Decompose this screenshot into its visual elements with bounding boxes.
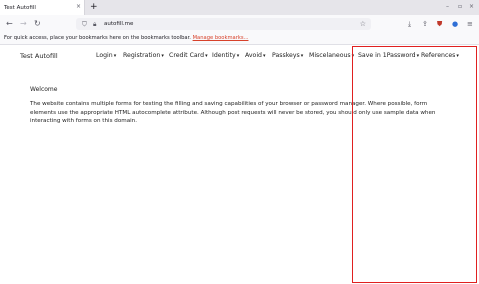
chevron-down-icon: ▾ <box>236 53 240 59</box>
tab-test-autofill[interactable]: Test Autofill × <box>0 0 85 15</box>
menu-label: Miscelaneous <box>309 52 351 59</box>
chevron-down-icon: ▾ <box>205 53 208 59</box>
chevron-down-icon: ▾ <box>300 53 304 59</box>
shield-icon[interactable]: ⛉ <box>82 19 87 29</box>
manage-bookmarks-link[interactable]: Manage bookmarks... <box>193 35 249 41</box>
menu-miscelaneous[interactable]: Miscelaneous▾ <box>309 51 354 61</box>
maximize-icon[interactable]: ▫ <box>458 3 462 11</box>
minimize-icon[interactable]: – <box>446 3 449 11</box>
close-window-icon[interactable]: × <box>469 3 474 11</box>
highlight-box <box>352 46 477 283</box>
menu-label: Avoid <box>245 52 262 59</box>
menu-login[interactable]: Login▾ <box>96 51 116 61</box>
account-icon[interactable]: ● <box>452 19 458 29</box>
menu-registration[interactable]: Registration▾ <box>123 51 164 61</box>
menu-label: Login <box>96 52 113 59</box>
menu-label: Credit Card <box>169 52 205 59</box>
extension-shield-icon[interactable]: ⛊ <box>437 19 442 29</box>
menu-avoid[interactable]: Avoid▾ <box>245 51 265 61</box>
menu-icon[interactable]: ≡ <box>467 19 473 29</box>
bookmarks-toolbar: For quick access, place your bookmarks h… <box>0 33 479 45</box>
chevron-down-icon: ▾ <box>113 53 117 59</box>
site-title[interactable]: Test Autofill <box>20 51 58 61</box>
menu-label: Passkeys <box>272 52 300 59</box>
bookmark-star-icon[interactable]: ☆ <box>360 19 366 29</box>
menu-credit-card[interactable]: Credit Card▾ <box>169 51 208 61</box>
reload-icon[interactable]: ↻ <box>34 19 41 29</box>
menu-passkeys[interactable]: Passkeys▾ <box>272 51 303 61</box>
menu-identity[interactable]: Identity▾ <box>212 51 239 61</box>
chevron-down-icon: ▾ <box>161 53 164 59</box>
url-bar[interactable]: ⛉ 🔒︎ autofill.me ☆ <box>76 18 371 30</box>
tab-strip: Test Autofill × + – ▫ × <box>0 0 479 15</box>
menu-label: Registration <box>123 52 161 59</box>
navigation-toolbar: ← → ↻ ⛉ 🔒︎ autofill.me ☆ ⤓ ⇪ ⛊ ● ≡ <box>0 15 479 33</box>
downloads-icon[interactable]: ⤓ <box>408 19 411 29</box>
chevron-down-icon: ▾ <box>262 53 266 59</box>
back-icon[interactable]: ← <box>6 19 13 29</box>
tab-title: Test Autofill <box>4 4 36 11</box>
bookmarks-hint: For quick access, place your bookmarks h… <box>4 35 191 41</box>
new-tab-icon[interactable]: + <box>90 2 98 12</box>
share-icon[interactable]: ⇪ <box>422 19 428 29</box>
forward-icon[interactable]: → <box>20 19 27 29</box>
url-text[interactable]: autofill.me <box>104 20 133 28</box>
menu-label: Identity <box>212 52 236 59</box>
close-tab-icon[interactable]: × <box>76 3 81 11</box>
lock-icon[interactable]: 🔒︎ <box>93 19 96 29</box>
